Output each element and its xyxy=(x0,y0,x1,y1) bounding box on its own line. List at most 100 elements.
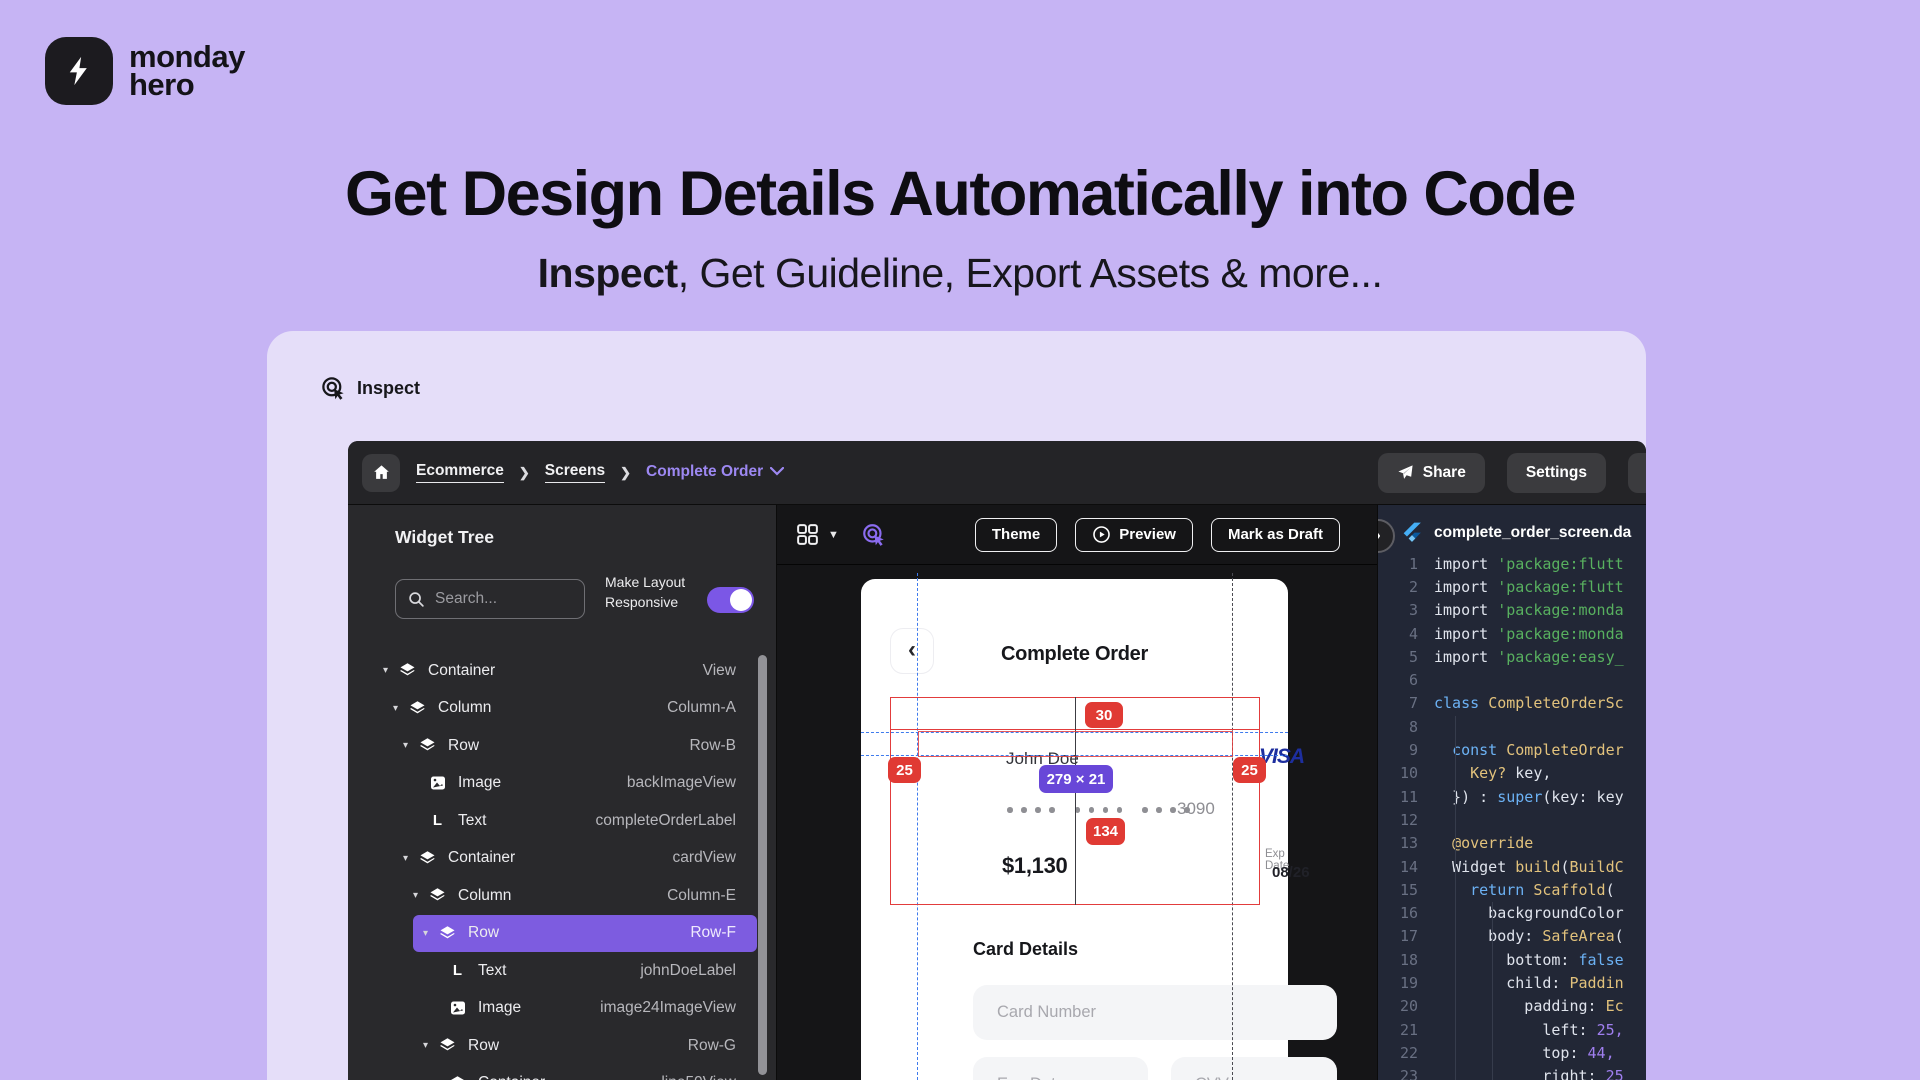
play-icon xyxy=(1092,525,1111,544)
inspect-tool-icon[interactable] xyxy=(861,522,887,548)
tree-item-Row-B[interactable]: ▾RowRow-B xyxy=(348,727,776,765)
line-number: 2 xyxy=(1378,578,1418,596)
widget-tree-sidebar: Widget Tree Search... Make Layout Respon… xyxy=(348,505,777,1080)
top-toolbar: Ecommerce ❯ Screens ❯ Complete Order xyxy=(348,441,1646,505)
tree-item-line50View[interactable]: ▾Containerline50View xyxy=(348,1065,776,1080)
tree-caret-icon[interactable]: ▾ xyxy=(393,703,409,714)
line-number: 4 xyxy=(1378,625,1418,643)
line-number: 12 xyxy=(1378,811,1418,829)
search-input[interactable]: Search... xyxy=(395,579,585,619)
preview-button-label: Preview xyxy=(1119,526,1176,543)
page-title: Get Design Details Automatically into Co… xyxy=(0,158,1920,230)
tree-caret-icon[interactable]: ▾ xyxy=(423,1040,439,1051)
measurement-badge-left: 25 xyxy=(888,757,921,783)
tree-item-id: line50View xyxy=(661,1074,736,1080)
feature-panel: Inspect Ecommerce ❯ Screens ❯ Complete O… xyxy=(267,331,1646,1080)
clipped-toolbar-button[interactable] xyxy=(1628,453,1646,493)
line-number: 11 xyxy=(1378,788,1418,806)
responsive-toggle[interactable] xyxy=(707,587,754,613)
code-line: 21 left: 25, xyxy=(1378,1018,1646,1041)
card-number-input[interactable]: Card Number xyxy=(973,985,1337,1040)
sidebar-scrollbar[interactable] xyxy=(758,655,767,1075)
layers-icon xyxy=(429,887,446,904)
exp-date-input[interactable]: Exp Date xyxy=(973,1057,1148,1080)
search-placeholder: Search... xyxy=(435,590,497,608)
cvv-input[interactable]: CVV xyxy=(1171,1057,1337,1080)
brand-logo: monday hero xyxy=(45,37,245,105)
tree-item-Column-A[interactable]: ▾ColumnColumn-A xyxy=(348,690,776,728)
code-line: 13 @override xyxy=(1378,832,1646,855)
selected-row-outline xyxy=(918,731,1233,757)
layers-icon xyxy=(439,925,456,942)
canvas-actions: Theme Preview Mark as Draft xyxy=(975,518,1340,552)
grid-view-icon[interactable] xyxy=(795,522,820,547)
code-text: bottom: false xyxy=(1434,951,1624,969)
breadcrumb-screens[interactable]: Screens xyxy=(545,462,605,483)
tree-item-Row-G[interactable]: ▾RowRow-G xyxy=(348,1027,776,1065)
chevron-down-icon[interactable]: ▼ xyxy=(828,529,839,541)
layers-icon xyxy=(399,662,416,679)
tree-item-type: Text xyxy=(458,812,486,830)
widget-tree: ▾ContainerView▾ColumnColumn-A▾RowRow-BIm… xyxy=(348,652,776,1080)
code-text: child: Paddin xyxy=(1434,974,1624,992)
card-number-placeholder: Card Number xyxy=(997,1003,1096,1022)
tree-item-View[interactable]: ▾ContainerView xyxy=(348,652,776,690)
line-number: 9 xyxy=(1378,741,1418,759)
line-number: 3 xyxy=(1378,601,1418,619)
lightning-icon xyxy=(62,54,96,88)
tree-caret-icon[interactable]: ▾ xyxy=(403,740,419,751)
tree-caret-icon[interactable]: ▾ xyxy=(403,853,419,864)
share-button-label: Share xyxy=(1423,464,1466,482)
window-content: Widget Tree Search... Make Layout Respon… xyxy=(348,505,1646,1080)
measurement-badge-right: 25 xyxy=(1233,757,1266,783)
card-details-heading: Card Details xyxy=(973,939,1078,960)
theme-button[interactable]: Theme xyxy=(975,518,1057,552)
code-text: padding: Ec xyxy=(1434,997,1624,1015)
tree-item-id: Row-G xyxy=(688,1037,736,1055)
code-text: right: 25 xyxy=(1434,1067,1624,1080)
code-text: import 'package:easy_ xyxy=(1434,648,1624,666)
share-button[interactable]: Share xyxy=(1378,453,1485,493)
tree-item-Row-F[interactable]: ▾RowRow-F xyxy=(413,915,757,953)
tree-caret-icon[interactable]: ▾ xyxy=(413,890,429,901)
flutter-icon xyxy=(1400,521,1425,546)
app-window: Ecommerce ❯ Screens ❯ Complete Order xyxy=(348,441,1646,1080)
tree-item-cardView[interactable]: ▾ContainercardView xyxy=(348,840,776,878)
preview-button[interactable]: Preview xyxy=(1075,518,1193,552)
size-badge: 279 × 21 xyxy=(1039,765,1113,793)
brand-logo-mark xyxy=(45,37,113,105)
tree-item-id: backImageView xyxy=(627,774,736,792)
selection-divider-vertical xyxy=(1075,697,1076,905)
layers-icon xyxy=(439,1037,456,1054)
tree-item-image24ImageView[interactable]: Imageimage24ImageView xyxy=(348,990,776,1028)
code-text: top: 44, xyxy=(1434,1044,1615,1062)
code-text: return Scaffold( xyxy=(1434,881,1615,899)
line-number: 1 xyxy=(1378,555,1418,573)
tree-item-type: Column xyxy=(438,699,491,717)
image-icon xyxy=(429,775,446,792)
code-line: 14 Widget build(BuildC xyxy=(1378,855,1646,878)
tree-caret-icon[interactable]: ▾ xyxy=(383,665,399,676)
design-canvas[interactable]: ‹ Complete Order John Doe VISA 3090 $1,1… xyxy=(777,565,1377,1080)
code-editor[interactable]: 1import 'package:flutt2import 'package:f… xyxy=(1378,552,1646,1080)
breadcrumb-complete-order[interactable]: Complete Order xyxy=(646,463,784,483)
cvv-placeholder: CVV xyxy=(1195,1075,1229,1080)
settings-button[interactable]: Settings xyxy=(1507,453,1606,493)
tree-item-id: completeOrderLabel xyxy=(596,812,736,830)
inspect-mode-label: Inspect xyxy=(320,375,420,402)
mark-as-draft-button[interactable]: Mark as Draft xyxy=(1211,518,1340,552)
line-number: 22 xyxy=(1378,1044,1418,1062)
code-line: 16 backgroundColor xyxy=(1378,901,1646,924)
tree-item-Column-E[interactable]: ▾ColumnColumn-E xyxy=(348,877,776,915)
home-button[interactable] xyxy=(362,454,400,492)
tree-item-backImageView[interactable]: ImagebackImageView xyxy=(348,765,776,803)
tree-item-type: Container xyxy=(478,1074,545,1080)
breadcrumb-ecommerce[interactable]: Ecommerce xyxy=(416,462,504,483)
tree-caret-icon[interactable]: ▾ xyxy=(423,928,439,939)
code-text: }) : super(key: key xyxy=(1434,788,1624,806)
home-icon xyxy=(372,463,391,482)
tree-item-completeOrderLabel[interactable]: LTextcompleteOrderLabel xyxy=(348,802,776,840)
tree-item-type: Text xyxy=(478,962,506,980)
tree-item-johnDoeLabel[interactable]: LTextjohnDoeLabel xyxy=(348,952,776,990)
search-icon xyxy=(408,591,425,608)
